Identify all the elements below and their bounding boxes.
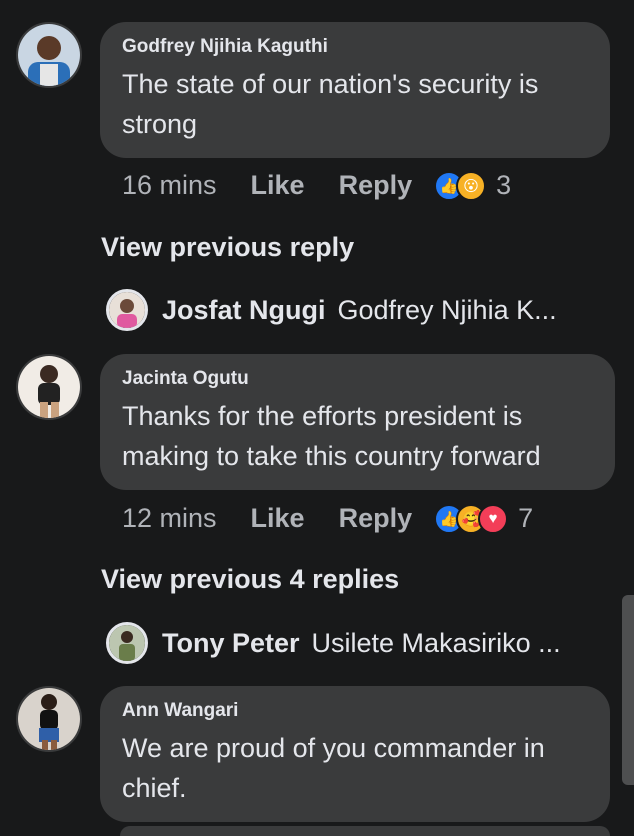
reaction-summary[interactable]: 👍 🥰 ♥ 7: [434, 503, 533, 534]
comment-text: Thanks for the efforts president is maki…: [122, 401, 541, 471]
avatar-tony: [106, 622, 148, 664]
avatar-godfrey[interactable]: [16, 22, 82, 88]
next-comment-edge: [120, 826, 610, 836]
avatar-ann[interactable]: [16, 686, 82, 752]
heart-reaction-icon: ♥: [478, 503, 509, 534]
comment-author[interactable]: Godfrey Njihia Kaguthi: [122, 36, 588, 58]
view-previous-replies-link[interactable]: View previous reply: [101, 232, 354, 263]
like-button[interactable]: Like: [251, 170, 305, 201]
reaction-summary[interactable]: 👍 😮 3: [434, 170, 511, 201]
comment-text: The state of our nation's security is st…: [122, 69, 539, 139]
comment-meta: 16 mins Like Reply 👍 😮 3: [122, 170, 511, 201]
comment-bubble[interactable]: Godfrey Njihia Kaguthi The state of our …: [100, 22, 610, 158]
reaction-count: 3: [496, 170, 512, 200]
comment-bubble[interactable]: Ann Wangari We are proud of you commande…: [100, 686, 610, 822]
comment-author[interactable]: Jacinta Ogutu: [122, 368, 593, 390]
reply-author[interactable]: Tony Peter: [162, 628, 300, 659]
comment-meta: 12 mins Like Reply 👍 🥰 ♥ 7: [122, 503, 533, 534]
avatar-jacinta[interactable]: [16, 354, 82, 420]
view-previous-replies-link[interactable]: View previous 4 replies: [101, 564, 399, 595]
like-button[interactable]: Like: [251, 503, 305, 534]
comment-time[interactable]: 16 mins: [122, 170, 217, 201]
reaction-count: 7: [518, 503, 534, 533]
reply-text: Godfrey Njihia K...: [337, 294, 557, 325]
comment-time[interactable]: 12 mins: [122, 503, 217, 534]
comment-author[interactable]: Ann Wangari: [122, 700, 588, 722]
scrollbar[interactable]: [622, 595, 634, 785]
reply-preview[interactable]: Tony Peter Usilete Makasiriko ...: [106, 622, 561, 664]
wow-reaction-icon: 😮: [456, 170, 487, 201]
reply-button[interactable]: Reply: [339, 170, 413, 201]
comment-bubble[interactable]: Jacinta Ogutu Thanks for the efforts pre…: [100, 354, 615, 490]
reply-preview[interactable]: Josfat Ngugi Godfrey Njihia K...: [106, 289, 557, 331]
reply-button[interactable]: Reply: [339, 503, 413, 534]
reply-author[interactable]: Josfat Ngugi: [162, 295, 326, 326]
comment-text: We are proud of you commander in chief.: [122, 733, 545, 803]
reply-text: Usilete Makasiriko ...: [311, 627, 561, 658]
avatar-josfat: [106, 289, 148, 331]
